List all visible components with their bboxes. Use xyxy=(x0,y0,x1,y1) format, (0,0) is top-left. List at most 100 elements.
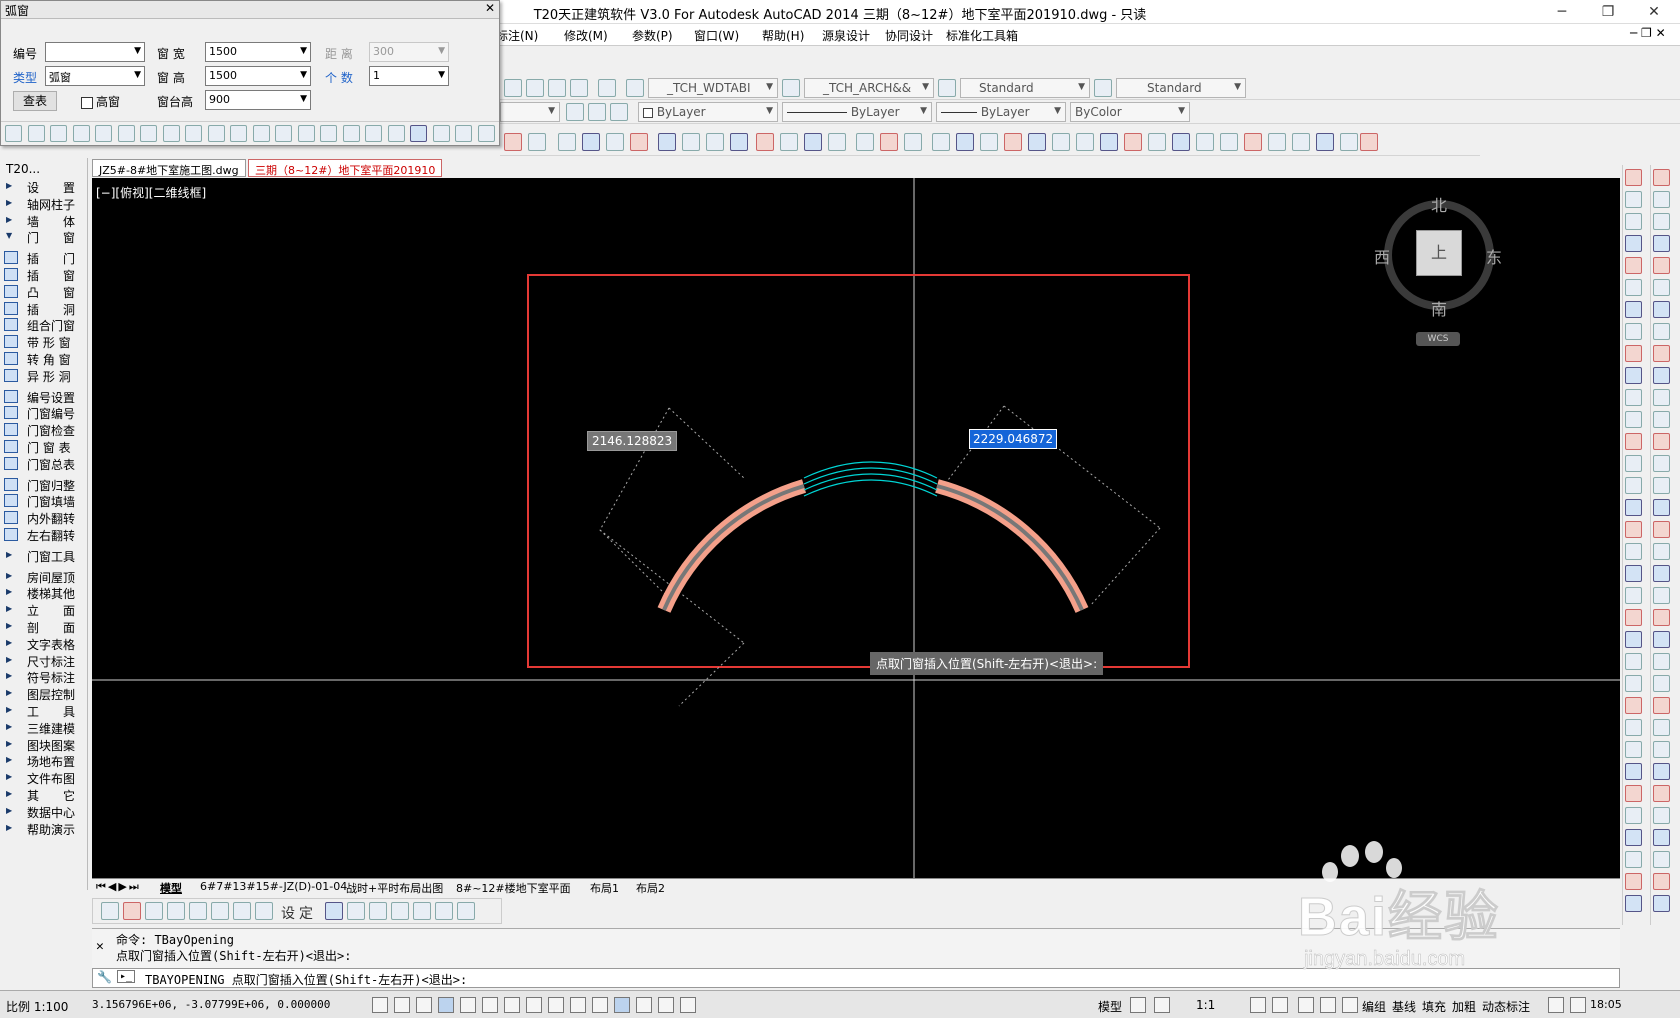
freeze-icon[interactable] xyxy=(880,133,898,151)
isolate-icon[interactable] xyxy=(1342,997,1358,1013)
panel-item[interactable]: ▶ 三维建模 xyxy=(0,719,86,737)
color-combo[interactable]: ByLayer ▼ xyxy=(638,102,778,122)
right2-tool-icon[interactable] xyxy=(1653,697,1670,714)
wcs-menu[interactable]: WCS xyxy=(1416,332,1460,346)
osnap-icon[interactable] xyxy=(482,997,498,1013)
panel-item[interactable]: ▶ 立 面 xyxy=(0,601,86,619)
stretch-icon[interactable] xyxy=(804,133,822,151)
trim-icon[interactable] xyxy=(756,133,774,151)
high-window-checkbox[interactable]: 高窗 xyxy=(81,93,120,110)
panel-item[interactable]: ▶ 尺寸标注 xyxy=(0,652,86,670)
compass-south[interactable]: 南 xyxy=(1431,296,1447,320)
distribute-icon[interactable] xyxy=(658,133,676,151)
panel-item[interactable]: ▶ 房间屋顶 xyxy=(0,568,86,586)
right1-tool-icon[interactable] xyxy=(1625,609,1642,626)
plotstyle-combo[interactable]: ByColor ▼ xyxy=(1070,102,1190,122)
right2-tool-icon[interactable] xyxy=(1653,675,1670,692)
panel-item[interactable]: 门窗填墙 xyxy=(0,492,86,510)
count-combo[interactable]: 1 ▼ xyxy=(369,66,449,86)
opening-icon[interactable] xyxy=(140,125,157,142)
right1-tool-icon[interactable] xyxy=(1625,807,1642,824)
minimize-button[interactable]: ─ xyxy=(1540,0,1584,24)
clean-screen-icon[interactable] xyxy=(1570,997,1586,1013)
right2-tool-icon[interactable] xyxy=(1653,763,1670,780)
tb-building-icon[interactable] xyxy=(325,902,343,920)
right2-tool-icon[interactable] xyxy=(1653,367,1670,384)
tab-layout-4[interactable]: 布局1 xyxy=(590,880,619,896)
panel-item[interactable]: 门窗总表 xyxy=(0,455,86,473)
tab-nav-arrows[interactable]: ⏮◀▶⏭ xyxy=(96,880,141,894)
stack-icon[interactable] xyxy=(548,79,566,97)
text-style-combo[interactable]: _TCH_WDTABI ▼ xyxy=(648,78,778,98)
mirror-icon[interactable] xyxy=(682,133,700,151)
letter-a-icon[interactable] xyxy=(1292,133,1310,151)
viewcube-top-face[interactable]: 上 xyxy=(1416,230,1462,276)
frame-round-icon[interactable] xyxy=(455,125,472,142)
scale-icon[interactable] xyxy=(828,133,846,151)
table-style-combo[interactable]: _TCH_ARCH&& ▼ xyxy=(804,78,934,98)
panel-item[interactable]: 转 角 窗 xyxy=(0,350,86,368)
extend-icon[interactable] xyxy=(780,133,798,151)
tb-check-icon[interactable] xyxy=(145,902,163,920)
frame-square-icon[interactable] xyxy=(432,125,450,142)
toggle-fill[interactable]: 填充 xyxy=(1422,998,1446,1015)
layer-state-icon[interactable] xyxy=(566,103,584,121)
lineweight-combo[interactable]: ByLayer ▼ xyxy=(936,102,1066,122)
right1-tool-icon[interactable] xyxy=(1625,345,1642,362)
right2-tool-icon[interactable] xyxy=(1653,521,1670,538)
calc-icon[interactable] xyxy=(570,79,588,97)
right2-tool-icon[interactable] xyxy=(1653,807,1670,824)
right2-tool-icon[interactable] xyxy=(1653,213,1670,230)
cmd-prompt-icon[interactable]: ▸_ xyxy=(117,970,136,983)
arc-active-icon[interactable] xyxy=(410,125,427,142)
help-icon[interactable] xyxy=(598,79,616,97)
door-icon[interactable] xyxy=(1148,133,1166,151)
workspace-gear-icon[interactable] xyxy=(1298,997,1314,1013)
right1-tool-icon[interactable] xyxy=(1625,653,1642,670)
tb-delete-icon[interactable] xyxy=(123,902,141,920)
menu-parameters[interactable]: 参数(P) xyxy=(632,27,673,44)
right1-tool-icon[interactable] xyxy=(1625,675,1642,692)
right1-tool-icon[interactable] xyxy=(1625,367,1642,384)
right1-tool-icon[interactable] xyxy=(1625,389,1642,406)
layer-prev-icon[interactable] xyxy=(588,103,606,121)
panel-item[interactable]: ▶ 数据中心 xyxy=(0,803,86,821)
door-double-icon[interactable] xyxy=(342,125,360,142)
lock-icon[interactable] xyxy=(1320,997,1336,1013)
tab-layout-3[interactable]: 8#~12#楼地下室平面 xyxy=(456,880,571,896)
right2-tool-icon[interactable] xyxy=(1653,235,1670,252)
panel-item[interactable]: ▼ 门 窗 xyxy=(0,228,86,246)
toggle-group[interactable]: 编组 xyxy=(1362,998,1386,1015)
symbol-icon[interactable] xyxy=(932,133,950,151)
shape-icon[interactable] xyxy=(252,125,270,142)
annotation-vis-icon[interactable] xyxy=(1250,997,1266,1013)
tab-layout-5[interactable]: 布局2 xyxy=(636,880,665,896)
panel-item[interactable]: ▶ 剖 面 xyxy=(0,618,86,636)
tb-brush-icon[interactable] xyxy=(435,902,453,920)
right2-tool-icon[interactable] xyxy=(1653,565,1670,582)
menu-help[interactable]: 帮助(H) xyxy=(762,27,804,44)
mleader-style-icon[interactable] xyxy=(1094,79,1112,97)
right1-tool-icon[interactable] xyxy=(1625,631,1642,648)
right1-tool-icon[interactable] xyxy=(1625,301,1642,318)
fix-text-button[interactable]: 定 xyxy=(299,903,313,923)
target-icon[interactable] xyxy=(1316,133,1334,151)
table-style-icon[interactable] xyxy=(782,79,800,97)
otrack-icon[interactable] xyxy=(526,997,542,1013)
tb-run-icon[interactable] xyxy=(347,902,365,920)
right2-tool-icon[interactable] xyxy=(1653,191,1670,208)
auto-scale-icon[interactable] xyxy=(1272,997,1288,1013)
tb-palette-icon[interactable] xyxy=(255,902,273,920)
tab-layout-1[interactable]: 6#7#13#15#-JZ(D)-01-04 xyxy=(200,880,347,893)
dialog-close-icon[interactable]: ✕ xyxy=(485,1,495,15)
panel-item[interactable]: ▶ 楼梯其他 xyxy=(0,584,86,602)
door-window-icon[interactable] xyxy=(95,125,112,142)
menu-dimension[interactable]: 标注(N) xyxy=(496,27,538,44)
right2-tool-icon[interactable] xyxy=(1653,323,1670,340)
strip-icon[interactable] xyxy=(230,125,247,142)
table-icon[interactable] xyxy=(504,79,522,97)
panel-item[interactable]: ▶ 图层控制 xyxy=(0,685,86,703)
tb-eye-icon[interactable] xyxy=(391,902,409,920)
panel-item[interactable]: 门窗编号 xyxy=(0,404,86,422)
panel-item[interactable]: 凸 窗 xyxy=(0,283,86,301)
